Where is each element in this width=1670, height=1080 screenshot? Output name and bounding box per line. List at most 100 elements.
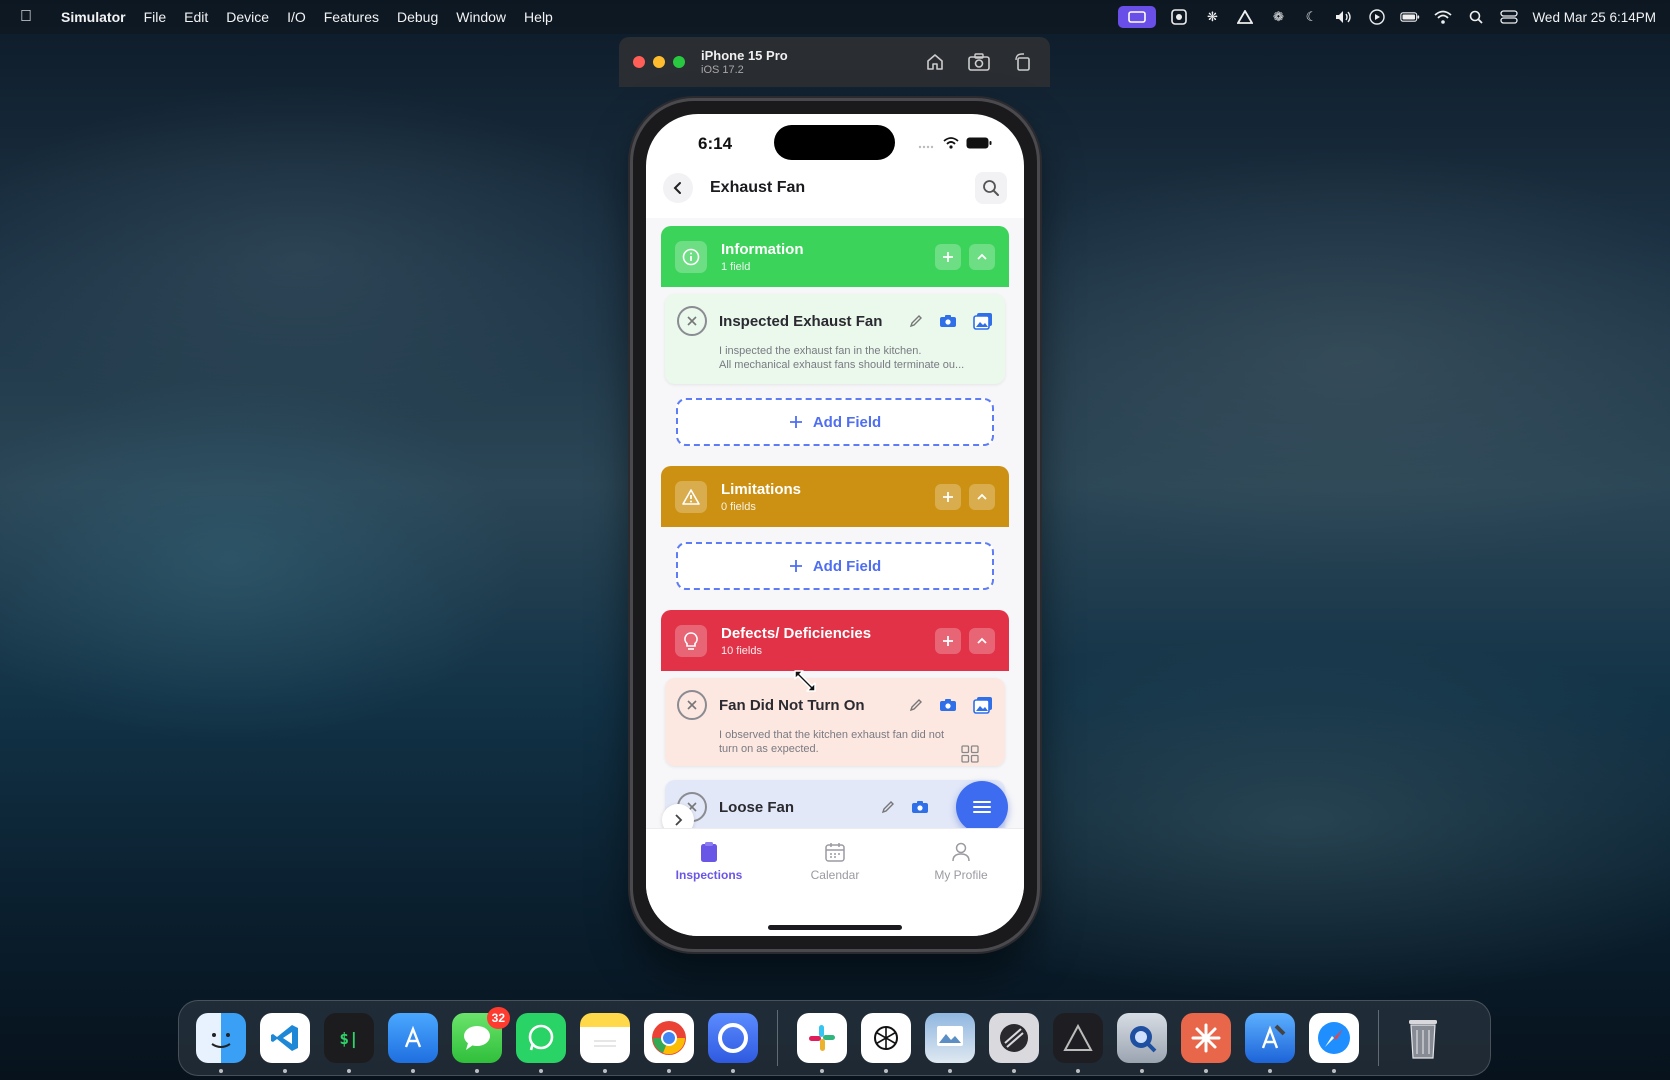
record-icon[interactable] xyxy=(1169,9,1189,25)
section-count: 10 fields xyxy=(721,644,762,657)
rotate-icon[interactable] xyxy=(1010,51,1036,73)
zoom-window-button[interactable] xyxy=(673,56,685,68)
quicktime-icon[interactable] xyxy=(1117,1013,1167,1073)
screen-share-icon[interactable] xyxy=(1118,6,1157,28)
gallery-icon[interactable] xyxy=(973,696,993,714)
edit-icon[interactable] xyxy=(909,314,923,328)
add-field-button-information[interactable]: Add Field xyxy=(676,398,994,446)
collapse-button[interactable] xyxy=(969,483,995,510)
terminal-icon[interactable]: $| xyxy=(324,1013,374,1073)
collapse-button[interactable] xyxy=(969,243,995,270)
add-field-button-limitations[interactable]: Add Field xyxy=(676,542,994,590)
grid-view-button[interactable] xyxy=(958,742,982,766)
menu-app-name[interactable]: Simulator xyxy=(52,9,135,25)
preview-icon[interactable] xyxy=(925,1013,975,1073)
field-card-inspected[interactable]: Inspected Exhaust Fan I inspected the ex… xyxy=(665,294,1005,384)
menubar-clock[interactable]: Wed Mar 25 6:14PM xyxy=(1532,10,1656,25)
plus-icon xyxy=(943,491,953,502)
dock-separator xyxy=(1378,1010,1379,1066)
xcode-instruments-icon[interactable] xyxy=(388,1013,438,1073)
tab-label: My Profile xyxy=(934,868,988,882)
menu-features[interactable]: Features xyxy=(315,9,388,25)
wifi-icon[interactable] xyxy=(1433,9,1453,25)
add-field-label: Add Field xyxy=(812,413,882,431)
control-center-icon[interactable] xyxy=(1499,9,1519,25)
slack-icon[interactable] xyxy=(797,1013,847,1073)
chevron-up-icon xyxy=(977,637,987,644)
section-limitations-header[interactable]: Limitations 0 fields xyxy=(661,466,1009,527)
add-item-button[interactable] xyxy=(935,483,961,510)
section-title: Limitations xyxy=(721,480,802,498)
remove-field-button[interactable] xyxy=(677,690,707,720)
menu-help[interactable]: Help xyxy=(515,9,562,25)
stripes-app-icon[interactable] xyxy=(989,1013,1039,1073)
add-item-button[interactable] xyxy=(935,627,961,654)
home-icon[interactable] xyxy=(922,51,948,73)
simulator-toolbar: iPhone 15 Pro iOS 17.2 xyxy=(619,37,1050,87)
menu-io[interactable]: I/O xyxy=(278,9,315,25)
device-name: iPhone 15 Pro xyxy=(701,48,788,63)
camera-icon[interactable] xyxy=(939,698,957,712)
section-title: Information xyxy=(721,240,804,258)
messages-icon[interactable]: 32 xyxy=(452,1007,510,1073)
tab-calendar[interactable]: Calendar xyxy=(772,841,898,882)
apple-menu-icon[interactable]:  xyxy=(0,8,52,26)
notes-icon[interactable] xyxy=(580,1013,630,1073)
vscode-icon[interactable] xyxy=(260,1013,310,1073)
search-button[interactable] xyxy=(975,172,1007,204)
spotlight-icon[interactable] xyxy=(1466,9,1486,25)
section-count: 1 field xyxy=(721,260,751,273)
remove-field-button[interactable] xyxy=(677,306,707,336)
moon-icon[interactable]: ☾ xyxy=(1301,9,1321,25)
menu-file[interactable]: File xyxy=(135,9,176,25)
minimize-window-button[interactable] xyxy=(653,56,665,68)
gallery-icon[interactable] xyxy=(973,312,993,330)
chevron-right-icon xyxy=(675,814,683,826)
play-icon[interactable] xyxy=(1367,9,1387,25)
field-title: Inspected Exhaust Fan xyxy=(719,312,883,330)
tab-inspections[interactable]: Inspections xyxy=(646,841,772,882)
section-information-header[interactable]: Information 1 field xyxy=(661,226,1009,287)
sections-scroll[interactable]: Information 1 field Inspected Exhaust Fa… xyxy=(646,218,1024,840)
grid-icon xyxy=(961,745,979,763)
camera-icon[interactable] xyxy=(939,314,957,328)
battery-icon[interactable] xyxy=(1400,9,1420,25)
back-button[interactable] xyxy=(663,173,693,203)
close-icon xyxy=(687,316,697,326)
field-card-did-not-turn-on[interactable]: Fan Did Not Turn On I observed that the … xyxy=(665,678,1005,766)
menu-fab-button[interactable] xyxy=(956,781,1008,833)
messages-badge: 32 xyxy=(486,1007,510,1029)
circle-app-icon[interactable] xyxy=(708,1013,758,1073)
claude-icon[interactable] xyxy=(1181,1013,1231,1073)
safari-icon[interactable] xyxy=(1309,1013,1359,1073)
menu-window[interactable]: Window xyxy=(447,9,515,25)
page-title: Exhaust Fan xyxy=(710,179,806,196)
lightbulb-icon xyxy=(675,624,707,657)
edit-icon[interactable] xyxy=(881,800,895,814)
section-defects-header[interactable]: Defects/ Deficiencies 10 fields xyxy=(661,610,1009,671)
xcode-icon[interactable] xyxy=(1245,1013,1295,1073)
whatsapp-icon[interactable] xyxy=(516,1013,566,1073)
edit-icon[interactable] xyxy=(909,698,923,712)
chatgpt-icon[interactable] xyxy=(861,1013,911,1073)
menu-debug[interactable]: Debug xyxy=(388,9,447,25)
chrome-icon[interactable] xyxy=(644,1013,694,1073)
trash-icon[interactable] xyxy=(1398,1013,1448,1063)
menu-edit[interactable]: Edit xyxy=(175,9,217,25)
plus-icon xyxy=(789,560,802,572)
add-item-button[interactable] xyxy=(935,243,961,270)
sparkle-icon[interactable]: ❋ xyxy=(1202,9,1222,25)
triangle-app-icon[interactable] xyxy=(1235,9,1255,25)
openai-icon[interactable]: ❁ xyxy=(1268,9,1288,25)
iphone-frame: 6:14 Exhaust Fan Information 1 field Ins… xyxy=(630,98,1040,952)
menu-device[interactable]: Device xyxy=(217,9,278,25)
camera-icon[interactable] xyxy=(911,800,929,814)
volume-icon[interactable] xyxy=(1334,9,1354,25)
field-description: I observed that the kitchen exhaust fan … xyxy=(719,729,945,755)
screenshot-icon[interactable] xyxy=(966,51,992,73)
collapse-button[interactable] xyxy=(969,627,995,654)
affinity-icon[interactable] xyxy=(1053,1013,1103,1073)
finder-icon[interactable] xyxy=(196,1013,246,1073)
close-window-button[interactable] xyxy=(633,56,645,68)
tab-profile[interactable]: My Profile xyxy=(898,841,1024,882)
